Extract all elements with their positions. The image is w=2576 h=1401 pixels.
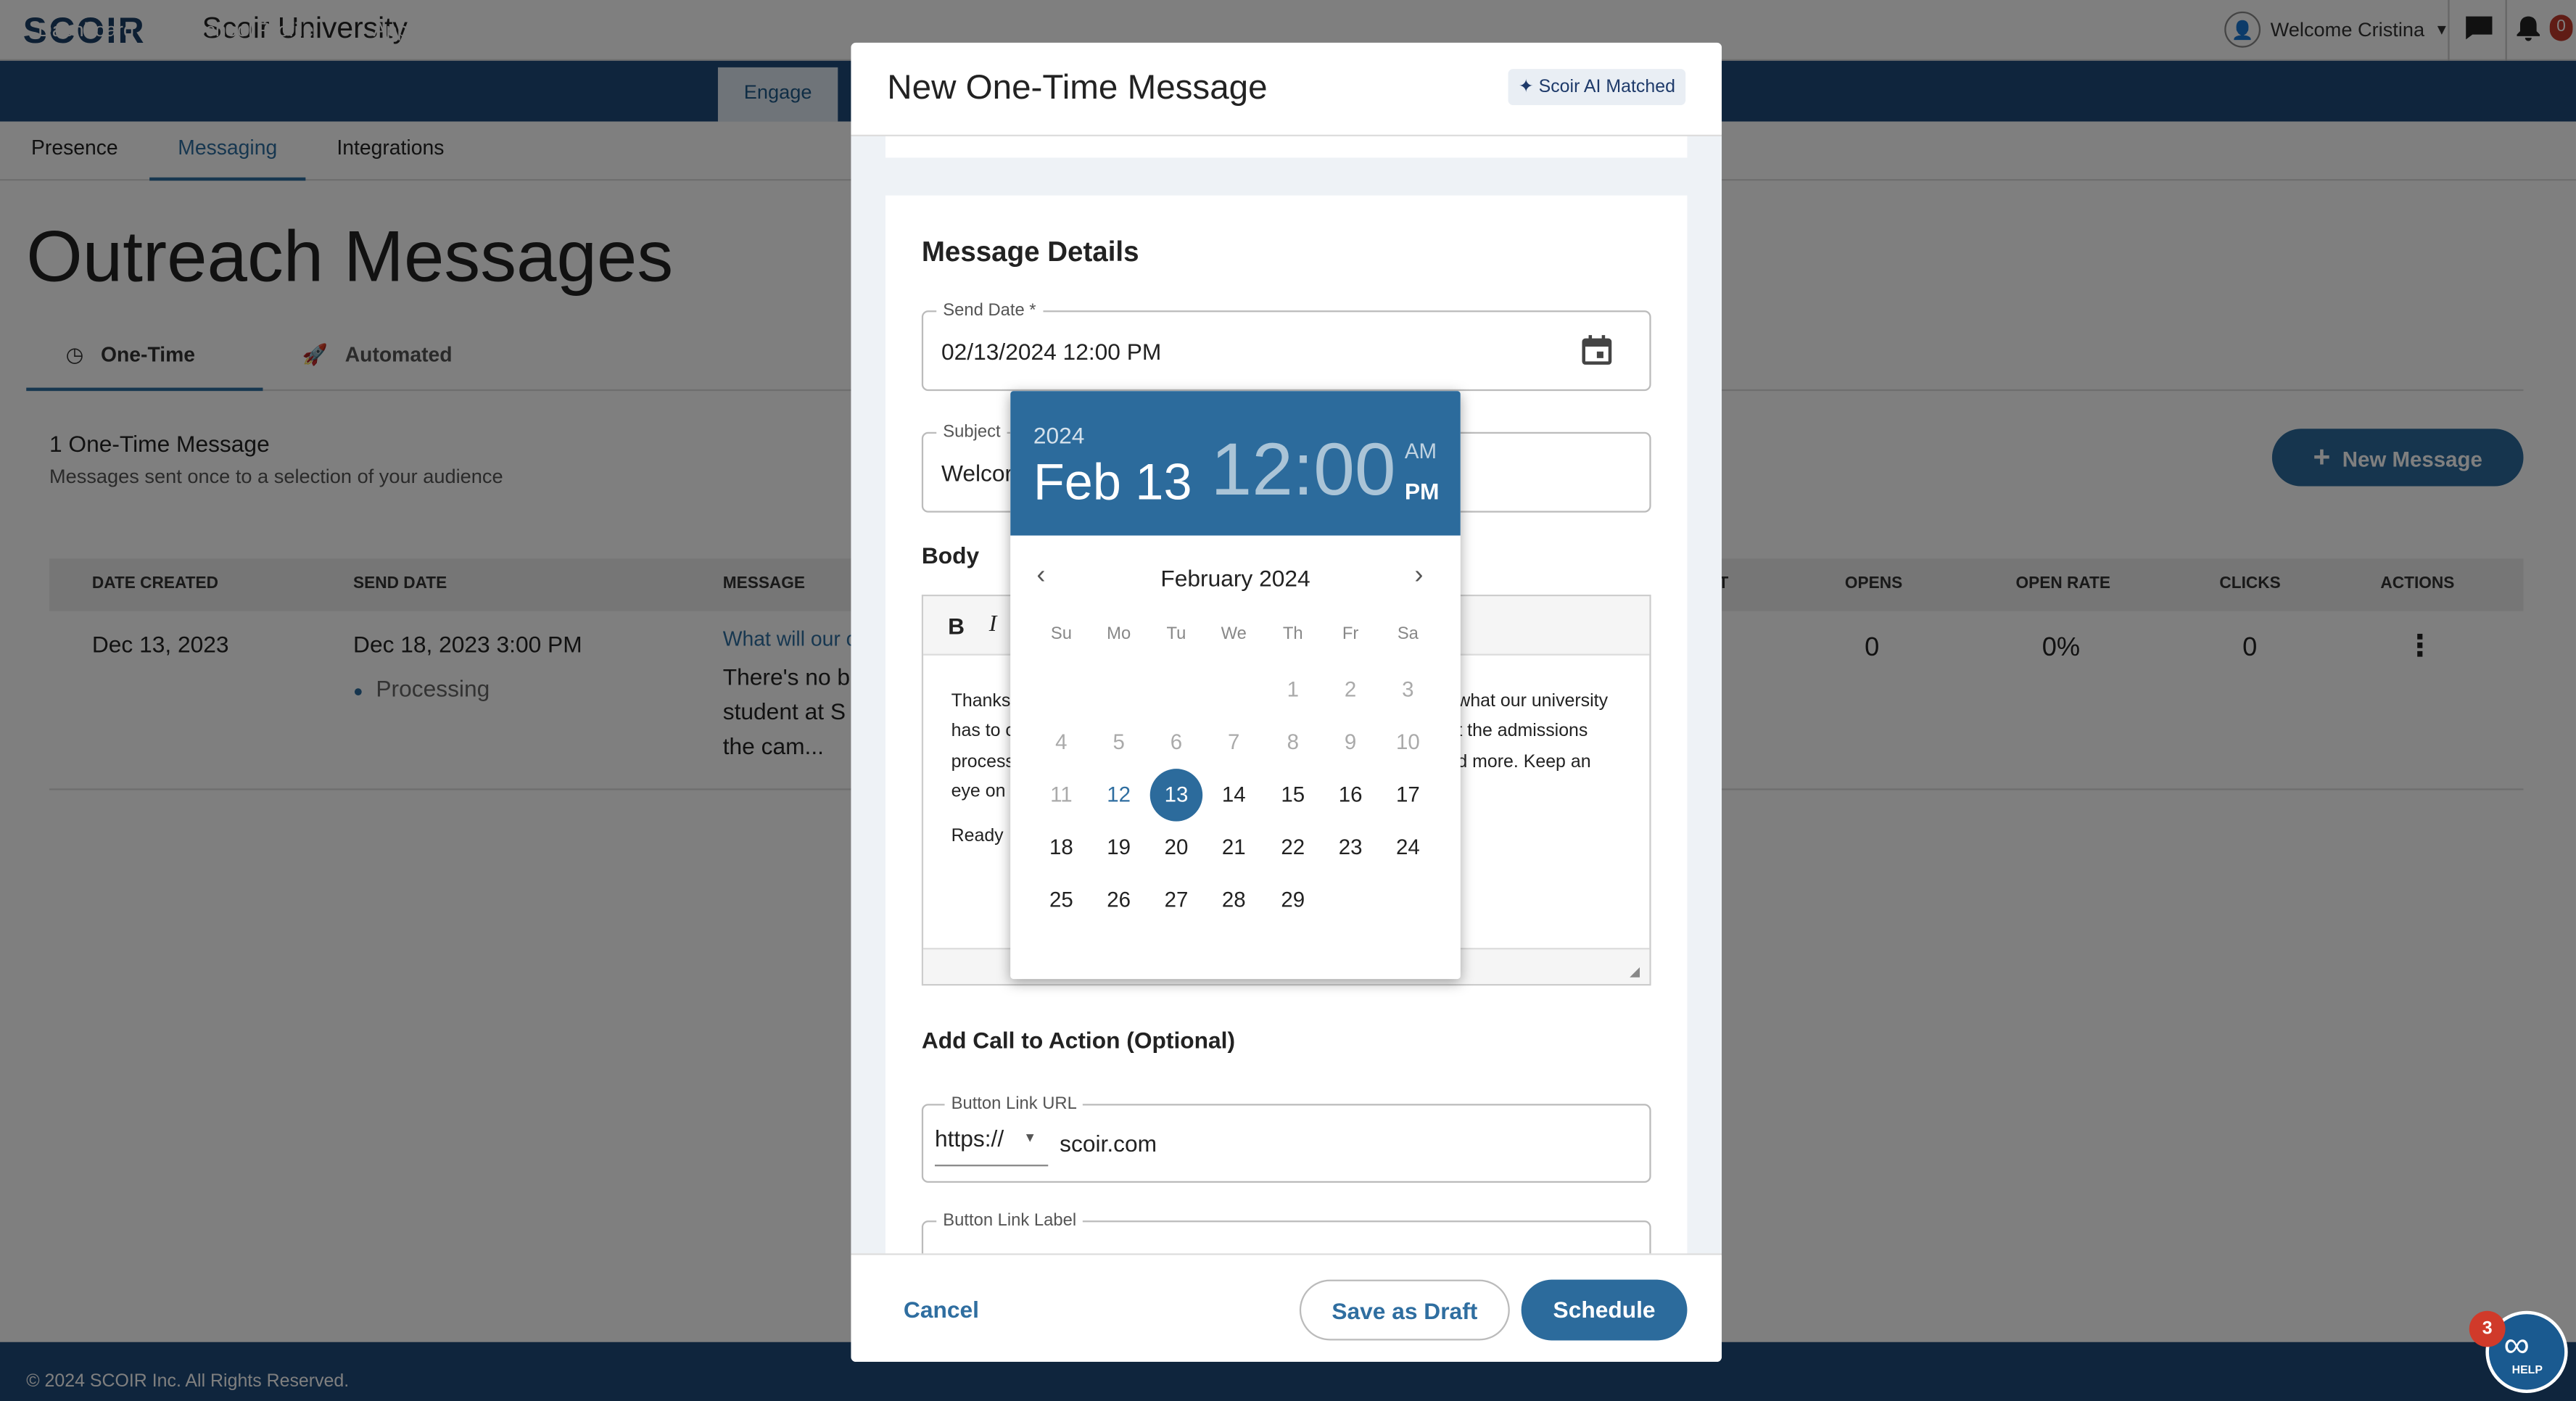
body-line: Ready	[951, 826, 1004, 846]
calendar-day[interactable]: 9	[1324, 716, 1376, 769]
send-date-label: Send Date *	[936, 300, 1043, 321]
link-label-label: Button Link Label	[936, 1210, 1083, 1231]
body-line: eye on	[951, 782, 1006, 802]
sparkle-icon: ✦	[1518, 77, 1534, 97]
calendar-day[interactable]: 26	[1092, 874, 1144, 926]
calendar-day[interactable]: 29	[1267, 874, 1319, 926]
body-text-right: what our university t the admissions d m…	[1457, 687, 1608, 777]
picker-month: February 2024	[1160, 565, 1310, 592]
italic-icon[interactable]: I	[989, 613, 997, 639]
protocol-select[interactable]: https:// ▼	[934, 1125, 1049, 1167]
button-link-url-field: Button Link URL https:// ▼ scoir.com	[921, 1094, 1651, 1183]
body-text-left: Thanks has to c process eye on	[951, 687, 1015, 807]
previous-card	[885, 136, 1688, 158]
send-date-field[interactable]: Send Date * 02/13/2024 12:00 PM	[921, 300, 1651, 392]
ai-matched-chip: ✦ Scoir AI Matched	[1508, 69, 1686, 105]
body-label: Body	[921, 542, 980, 569]
calendar-day[interactable]: 21	[1208, 822, 1260, 874]
resize-handle-icon[interactable]: ◢	[1630, 964, 1640, 979]
calendar-day[interactable]: 11	[1035, 769, 1087, 821]
calendar-day[interactable]: 19	[1092, 822, 1144, 874]
calendar-day[interactable]: 27	[1150, 874, 1202, 926]
calendar-day[interactable]: 8	[1267, 716, 1319, 769]
calendar-day[interactable]: 5	[1092, 716, 1144, 769]
body-line: process	[951, 751, 1015, 772]
calendar-day[interactable]: 15	[1267, 769, 1319, 821]
weekday-fr: Fr	[1342, 624, 1359, 644]
chevron-down-icon: ▼	[1023, 1130, 1037, 1145]
body-line: what our university	[1457, 691, 1609, 711]
picker-date[interactable]: Feb 13	[1033, 453, 1192, 513]
calendar-day[interactable]: 16	[1324, 769, 1376, 821]
calendar-day[interactable]: 6	[1150, 716, 1202, 769]
weekday-mo: Mo	[1107, 624, 1131, 644]
infinity-icon: ∞	[2503, 1323, 2530, 1365]
calendar-day[interactable]: 12	[1092, 769, 1144, 821]
picker-am[interactable]: AM	[1405, 439, 1437, 463]
calendar-day[interactable]: 7	[1208, 716, 1260, 769]
modal-title: New One-Time Message	[887, 69, 1268, 107]
calendar-day[interactable]: 22	[1267, 822, 1319, 874]
url-input[interactable]: scoir.com	[1060, 1131, 1157, 1157]
bold-icon[interactable]: B	[948, 613, 965, 639]
weekday-th: Th	[1282, 624, 1303, 644]
picker-year[interactable]: 2024	[1033, 422, 1085, 448]
calendar-day[interactable]: 4	[1035, 716, 1087, 769]
body-line: t the admissions	[1457, 722, 1588, 742]
details-title: Message Details	[921, 236, 1139, 268]
calendar-day[interactable]: 23	[1324, 822, 1376, 874]
calendar-day[interactable]: 3	[1382, 664, 1434, 716]
calendar-day[interactable]: 25	[1035, 874, 1087, 926]
calendar-day[interactable]: 1	[1267, 664, 1319, 716]
calendar-day[interactable]: 18	[1035, 822, 1087, 874]
subject-value: Welcor	[941, 460, 1013, 487]
ai-chip-label: Scoir AI Matched	[1538, 77, 1675, 97]
calendar-day[interactable]: 13	[1149, 769, 1203, 822]
next-month-icon[interactable]: ›	[1414, 562, 1423, 592]
calendar-day[interactable]: 2	[1324, 664, 1376, 716]
calendar-day[interactable]: 10	[1382, 716, 1434, 769]
url-label: Button Link URL	[944, 1094, 1083, 1114]
protocol-value: https://	[934, 1125, 1004, 1152]
calendar-day[interactable]: 24	[1382, 822, 1434, 874]
cta-title: Add Call to Action (Optional)	[921, 1026, 1236, 1054]
cancel-button[interactable]: Cancel	[904, 1296, 979, 1322]
help-label: HELP	[2511, 1365, 2543, 1377]
save-draft-button[interactable]: Save as Draft	[1299, 1279, 1510, 1341]
picker-time[interactable]: 12:00	[1211, 427, 1396, 513]
subject-label: Subject	[936, 422, 1007, 442]
weekday-we: We	[1221, 624, 1247, 644]
calendar-day[interactable]: 14	[1208, 769, 1260, 821]
calendar-day[interactable]: 28	[1208, 874, 1260, 926]
modal-footer: Cancel Save as Draft Schedule	[851, 1253, 1722, 1362]
picker-pm[interactable]: PM	[1405, 478, 1440, 504]
calendar-day[interactable]: 17	[1382, 769, 1434, 821]
schedule-button[interactable]: Schedule	[1521, 1279, 1688, 1341]
weekday-su: Su	[1050, 624, 1072, 644]
body-line: Thanks	[951, 691, 1011, 711]
calendar-icon[interactable]	[1580, 334, 1613, 375]
date-time-picker: 2024 Feb 13 12:00 AM PM ‹ February 2024 …	[1010, 391, 1461, 980]
calendar-day[interactable]: 20	[1150, 822, 1202, 874]
send-date-value: 02/13/2024 12:00 PM	[941, 338, 1162, 365]
help-badge: 3	[2469, 1310, 2506, 1347]
weekday-sa: Sa	[1397, 624, 1419, 644]
body-line: has to c	[951, 722, 1015, 742]
body-line: d more. Keep an	[1457, 751, 1591, 772]
weekday-tu: Tu	[1166, 624, 1186, 644]
